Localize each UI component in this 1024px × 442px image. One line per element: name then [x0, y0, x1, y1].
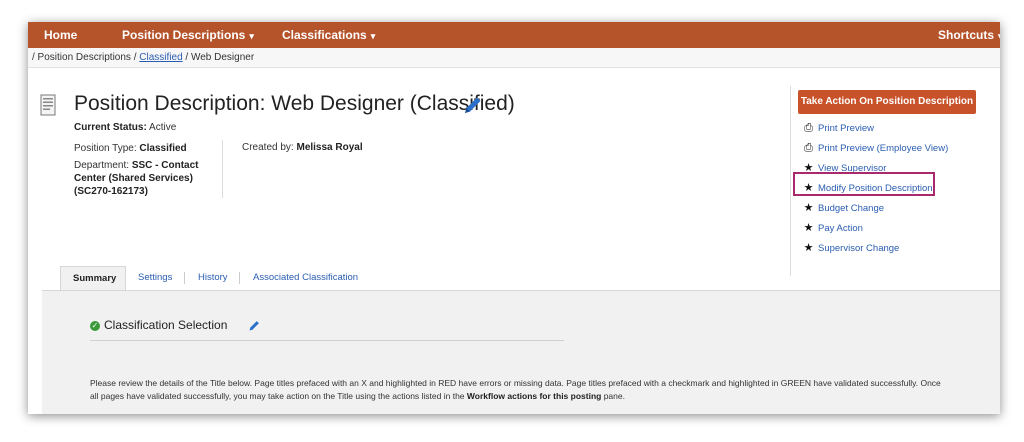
highlight-annotation: [793, 172, 935, 196]
nav-classifications[interactable]: Classifications ▾: [282, 22, 375, 48]
action-pay-action[interactable]: ★ Pay Action: [802, 218, 948, 238]
star-icon: ★: [803, 222, 814, 234]
nav-position-descriptions[interactable]: Position Descriptions ▾: [122, 22, 254, 48]
printer-icon: ⎙: [804, 122, 813, 134]
action-supervisor-change[interactable]: ★ Supervisor Change: [802, 238, 948, 258]
caret-down-icon: ▾: [998, 31, 1000, 41]
document-icon: [40, 94, 56, 116]
current-status: Current Status: Active: [74, 122, 177, 133]
printer-icon: ⎙: [804, 142, 813, 154]
tab-settings[interactable]: Settings: [138, 266, 172, 290]
tab-history[interactable]: History: [198, 266, 228, 290]
tab-associated-classification[interactable]: Associated Classification: [253, 266, 358, 290]
section-classification-selection: ✓ Classification Selection: [90, 318, 228, 332]
action-budget-change[interactable]: ★ Budget Change: [802, 198, 948, 218]
instructions-text: Please review the details of the Title b…: [90, 378, 941, 401]
breadcrumb-classified-link[interactable]: Classified: [139, 52, 182, 63]
take-action-button[interactable]: Take Action On Position Description ⌄: [798, 90, 976, 131]
caret-down-icon: ▾: [249, 31, 254, 41]
action-print-preview[interactable]: ⎙ Print Preview: [802, 118, 948, 138]
divider: [790, 86, 791, 276]
edit-pencil-icon[interactable]: [462, 94, 484, 116]
caret-down-icon: ▾: [370, 31, 376, 41]
check-circle-icon: ✓: [90, 320, 100, 331]
action-print-preview-employee[interactable]: ⎙ Print Preview (Employee View): [802, 138, 948, 158]
edit-pencil-icon[interactable]: [248, 319, 261, 332]
tab-separator: [184, 272, 185, 284]
position-meta: Position Type: Classified Department: SS…: [74, 142, 224, 198]
position-type: Position Type: Classified: [74, 143, 187, 154]
nav-home[interactable]: Home: [44, 22, 77, 48]
breadcrumb-position-descriptions[interactable]: / Position Descriptions: [32, 52, 131, 63]
divider: [222, 140, 223, 198]
nav-shortcuts[interactable]: Shortcuts▾: [938, 22, 1000, 48]
star-icon: ★: [803, 242, 814, 254]
tab-summary[interactable]: Summary: [60, 266, 126, 291]
divider: [90, 340, 564, 341]
breadcrumb: / Position Descriptions / Classified / W…: [28, 48, 1000, 68]
top-navbar: Home Position Descriptions ▾ Classificati…: [28, 22, 1000, 48]
created-by: Created by: Melissa Royal: [242, 142, 363, 153]
app-window: Home Position Descriptions ▾ Classificati…: [28, 22, 1000, 414]
tab-separator: [239, 272, 240, 284]
department: Department: SSC - Contact Center (Shared…: [74, 160, 199, 197]
page-title: Position Description: Web Designer (Clas…: [74, 92, 515, 115]
breadcrumb-current: Web Designer: [190, 52, 255, 63]
star-icon: ★: [803, 202, 814, 214]
